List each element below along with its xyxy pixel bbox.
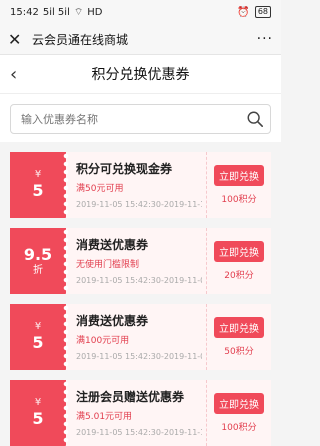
discount-suffix: 折	[33, 265, 43, 276]
coupon-condition: 满50元可用	[76, 184, 124, 194]
currency-symbol: ¥	[34, 169, 42, 180]
coupon-info: 积分可兑换现金券 满50元可用 2019-11-05 15:42:30-2019…	[66, 152, 206, 218]
status-left: 15:42 5il 5il ⌔ HD	[10, 6, 103, 19]
app-header: ✕ 云会员通在线商城 ···	[0, 24, 281, 55]
coupon-value: ¥ 5	[10, 304, 69, 370]
network-label: HD	[87, 6, 103, 18]
status-bar: 15:42 5il 5il ⌔ HD ⏰ 68	[0, 0, 281, 24]
coupon-validity: 2019-11-05 15:42:30-2019-11-1...	[76, 428, 202, 437]
coupon-amount: 9.5	[23, 245, 53, 264]
coupon-action: 立即兑换 100积分	[206, 380, 271, 446]
close-icon[interactable]: ✕	[8, 30, 26, 49]
coupon-info: 消费送优惠券 满100元可用 2019-11-05 15:42:30-2019-…	[66, 304, 206, 370]
coupon-condition: 无使用门槛限制	[76, 260, 140, 270]
coupon-validity: 2019-11-05 15:42:30-2019-11-0...	[76, 276, 202, 285]
coupon-action: 立即兑换 20积分	[206, 228, 271, 294]
currency-symbol: ¥	[34, 397, 42, 408]
coupon-amount: 5	[32, 181, 44, 200]
redeem-button[interactable]: 立即兑换	[214, 241, 264, 262]
page-title: 积分兑换优惠券	[91, 67, 190, 83]
coupon-name: 消费送优惠券	[76, 238, 149, 252]
coupon-value: ¥ 5	[10, 152, 69, 218]
coupon-info: 消费送优惠券 无使用门槛限制 2019-11-05 15:42:30-2019-…	[66, 228, 206, 294]
alarm-icon: ⏰	[237, 6, 250, 18]
redeem-button[interactable]: 立即兑换	[214, 393, 264, 414]
status-time: 15:42	[10, 6, 39, 18]
more-icon[interactable]: ···	[257, 31, 273, 47]
coupon-name: 消费送优惠券	[76, 314, 149, 328]
coupon-card: ¥ 5 注册会员赠送优惠券 满5.01元可用 2019-11-05 15:42:…	[10, 380, 271, 446]
coupon-action: 立即兑换 100积分	[206, 152, 271, 218]
coupon-name: 注册会员赠送优惠券	[76, 390, 185, 404]
coupon-list: ¥ 5 积分可兑换现金券 满50元可用 2019-11-05 15:42:30-…	[0, 142, 281, 446]
coupon-condition: 满5.01元可用	[76, 412, 133, 422]
nav-bar: ‹ 积分兑换优惠券	[0, 55, 281, 94]
coupon-card: ¥ 5 积分可兑换现金券 满50元可用 2019-11-05 15:42:30-…	[10, 152, 271, 218]
coupon-name: 积分可兑换现金券	[76, 162, 173, 176]
coupon-amount: 5	[32, 333, 44, 352]
status-right: ⏰ 68	[237, 6, 271, 18]
coupon-action: 立即兑换 50积分	[206, 304, 271, 370]
search-box[interactable]	[10, 104, 271, 134]
coupon-condition: 满100元可用	[76, 336, 130, 346]
points-cost: 100积分	[221, 195, 257, 205]
coupon-info: 注册会员赠送优惠券 满5.01元可用 2019-11-05 15:42:30-2…	[66, 380, 206, 446]
currency-symbol: ¥	[34, 321, 42, 332]
points-cost: 20积分	[224, 271, 254, 281]
search-icon[interactable]	[246, 110, 264, 128]
redeem-button[interactable]: 立即兑换	[214, 165, 264, 186]
signal-icon: 5il 5il	[42, 6, 70, 18]
coupon-card: 9.5 折 消费送优惠券 无使用门槛限制 2019-11-05 15:42:30…	[10, 228, 271, 294]
app-title: 云会员通在线商城	[32, 32, 129, 47]
coupon-validity: 2019-11-05 15:42:30-2019-11-0...	[76, 352, 202, 361]
battery-icon: 68	[254, 6, 271, 18]
redeem-button[interactable]: 立即兑换	[214, 317, 264, 338]
coupon-card: ¥ 5 消费送优惠券 满100元可用 2019-11-05 15:42:30-2…	[10, 304, 271, 370]
wifi-icon: ⌔	[73, 6, 84, 18]
coupon-value: 9.5 折	[10, 228, 69, 294]
search-input[interactable]	[19, 111, 246, 127]
points-cost: 50积分	[224, 347, 254, 357]
coupon-amount: 5	[32, 409, 44, 428]
back-icon[interactable]: ‹	[10, 64, 17, 85]
coupon-value: ¥ 5	[10, 380, 69, 446]
search-bar	[0, 94, 281, 142]
points-cost: 100积分	[221, 423, 257, 433]
coupon-validity: 2019-11-05 15:42:30-2019-11-1...	[76, 200, 202, 209]
